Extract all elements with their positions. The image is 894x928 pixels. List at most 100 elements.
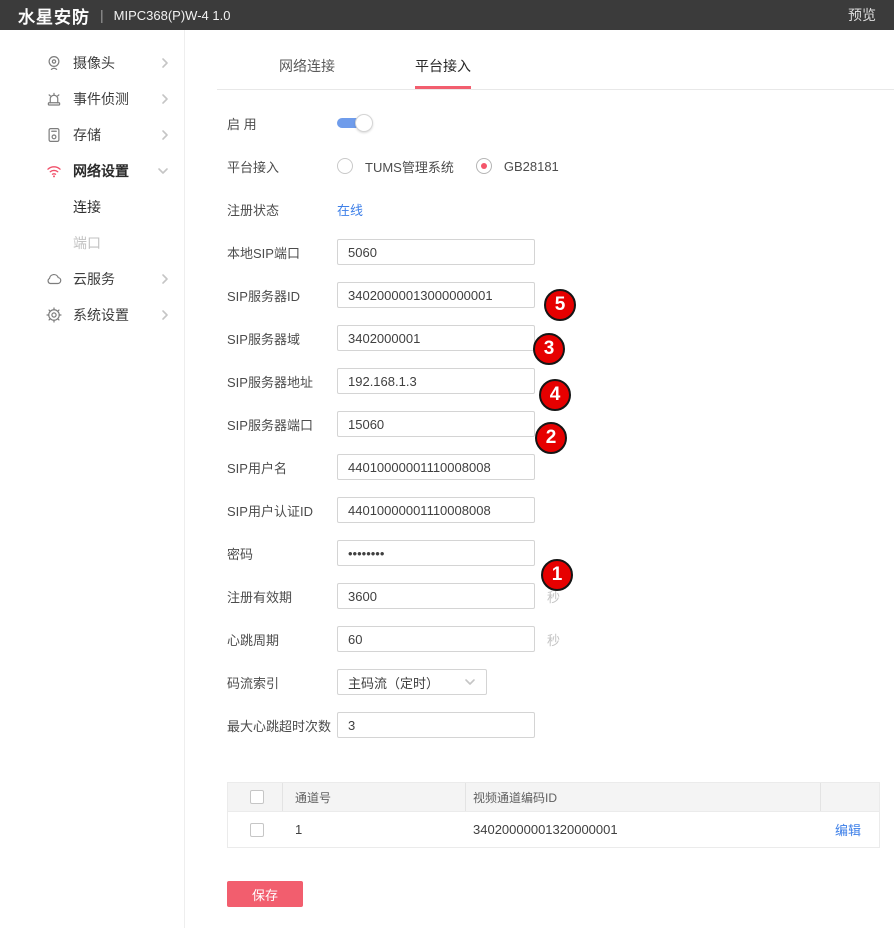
chevron-right-icon (161, 273, 169, 285)
chevron-right-icon (161, 309, 169, 321)
storage-icon (45, 126, 63, 144)
row-checkbox[interactable] (250, 823, 264, 837)
field-label: 最大心跳超时次数 (227, 716, 337, 735)
table-row: 1 34020000001320000001 编辑 (228, 811, 879, 847)
field-label: SIP服务器域 (227, 329, 337, 348)
enable-row: 启 用 (227, 110, 894, 136)
row-checkbox-cell (228, 812, 283, 847)
sidebar-item-label: 云服务 (73, 269, 115, 289)
chevron-down-icon (157, 167, 169, 175)
sidebar: 摄像头 事件侦测 存储 (0, 30, 185, 928)
annotation-badge-3: 3 (533, 333, 565, 365)
header-action-cell (821, 783, 879, 811)
field-label: SIP服务器端口 (227, 415, 337, 434)
reg-status-value: 在线 (337, 200, 363, 219)
sidebar-item-storage[interactable]: 存储 (0, 117, 184, 153)
main-content: 网络连接 平台接入 启 用 平台接入 TUMS管理系统 (185, 30, 894, 928)
sidebar-item-label: 网络设置 (73, 161, 129, 181)
heartbeat-input[interactable] (337, 626, 535, 652)
field-label: SIP服务器ID (227, 286, 337, 305)
sip-server-addr-input[interactable] (337, 368, 535, 394)
sidebar-item-network-settings[interactable]: 网络设置 (0, 153, 184, 189)
sidebar-item-camera[interactable]: 摄像头 (0, 45, 184, 81)
unit-seconds: 秒 (547, 630, 560, 649)
local-sip-port-row: 本地SIP端口 (227, 239, 894, 265)
tab-network-connection[interactable]: 网络连接 (279, 56, 335, 89)
radio-checked-icon (476, 158, 492, 174)
camera-icon (45, 54, 63, 72)
radio-label: TUMS管理系统 (365, 157, 454, 176)
select-value: 主码流（定时） (348, 673, 439, 692)
sip-username-input[interactable] (337, 454, 535, 480)
preview-link[interactable]: 预览 (848, 5, 876, 25)
field-label: 心跳周期 (227, 630, 337, 649)
sip-server-id-input[interactable] (337, 282, 535, 308)
brand-logo: 水星安防 (18, 3, 90, 28)
radio-label: GB28181 (504, 159, 559, 174)
sip-auth-id-input[interactable] (337, 497, 535, 523)
field-label: 本地SIP端口 (227, 243, 337, 262)
sidebar-item-label: 事件侦测 (73, 89, 129, 109)
heartbeat-row: 心跳周期 秒 (227, 626, 894, 652)
chevron-right-icon (161, 57, 169, 69)
sip-server-port-input[interactable] (337, 411, 535, 437)
annotation-badge-4: 4 (539, 379, 571, 411)
channel-table: 通道号 视频通道编码ID 1 34020000001320000001 编辑 (227, 782, 880, 848)
chevron-right-icon (161, 129, 169, 141)
local-sip-port-input[interactable] (337, 239, 535, 265)
field-label: SIP用户名 (227, 458, 337, 477)
header-channel-no: 通道号 (283, 783, 466, 811)
cell-channel-no: 1 (283, 812, 466, 847)
gear-icon (45, 306, 63, 324)
password-input[interactable] (337, 540, 535, 566)
annotation-badge-5: 5 (544, 289, 576, 321)
alarm-icon (45, 90, 63, 108)
sip-username-row: SIP用户名 (227, 454, 894, 480)
sidebar-subitem-connection[interactable]: 连接 (0, 189, 184, 225)
save-button[interactable]: 保存 (227, 881, 303, 907)
sidebar-item-label: 存储 (73, 125, 101, 145)
platform-label: 平台接入 (227, 157, 337, 176)
radio-tums[interactable]: TUMS管理系统 (337, 157, 454, 176)
topbar: 水星安防 | MIPC368(P)W-4 1.0 预览 (0, 0, 894, 30)
sip-server-domain-input[interactable] (337, 325, 535, 351)
enable-label: 启 用 (227, 114, 337, 133)
select-all-checkbox[interactable] (250, 790, 264, 804)
enable-toggle[interactable] (337, 114, 373, 132)
sidebar-item-label: 系统设置 (73, 305, 129, 325)
field-label: 码流索引 (227, 673, 337, 692)
header-video-channel-id: 视频通道编码ID (466, 783, 821, 811)
sidebar-item-cloud-service[interactable]: 云服务 (0, 261, 184, 297)
field-label: SIP服务器地址 (227, 372, 337, 391)
radio-gb28181[interactable]: GB28181 (476, 157, 559, 176)
sidebar-item-system-settings[interactable]: 系统设置 (0, 297, 184, 333)
tab-platform-access[interactable]: 平台接入 (415, 56, 471, 89)
platform-row: 平台接入 TUMS管理系统 GB28181 (227, 153, 894, 179)
stream-index-select[interactable]: 主码流（定时） (337, 669, 487, 695)
reg-status-row: 注册状态 在线 (227, 196, 894, 222)
field-label: SIP用户认证ID (227, 501, 337, 520)
tab-bar: 网络连接 平台接入 (217, 30, 894, 90)
toggle-knob (355, 114, 373, 132)
reg-status-label: 注册状态 (227, 200, 337, 219)
edit-link[interactable]: 编辑 (835, 820, 861, 839)
max-heartbeat-timeout-row: 最大心跳超时次数 (227, 712, 894, 738)
stream-index-row: 码流索引 主码流（定时） (227, 669, 894, 695)
field-label: 注册有效期 (227, 587, 337, 606)
platform-radio-group: TUMS管理系统 GB28181 (337, 157, 559, 176)
sip-auth-id-row: SIP用户认证ID (227, 497, 894, 523)
reg-validity-input[interactable] (337, 583, 535, 609)
sidebar-item-event-detection[interactable]: 事件侦测 (0, 81, 184, 117)
sidebar-item-label: 摄像头 (73, 53, 115, 73)
sidebar-subitem-port[interactable]: 端口 (0, 225, 184, 261)
annotation-badge-2: 2 (535, 422, 567, 454)
brand-separator: | (100, 7, 104, 23)
chevron-down-icon (464, 678, 476, 686)
cloud-icon (45, 270, 63, 288)
table-header: 通道号 视频通道编码ID (228, 783, 879, 811)
device-model: MIPC368(P)W-4 1.0 (114, 8, 231, 23)
wifi-icon (45, 162, 63, 180)
header-checkbox-cell (228, 783, 283, 811)
max-heartbeat-timeout-input[interactable] (337, 712, 535, 738)
chevron-right-icon (161, 93, 169, 105)
